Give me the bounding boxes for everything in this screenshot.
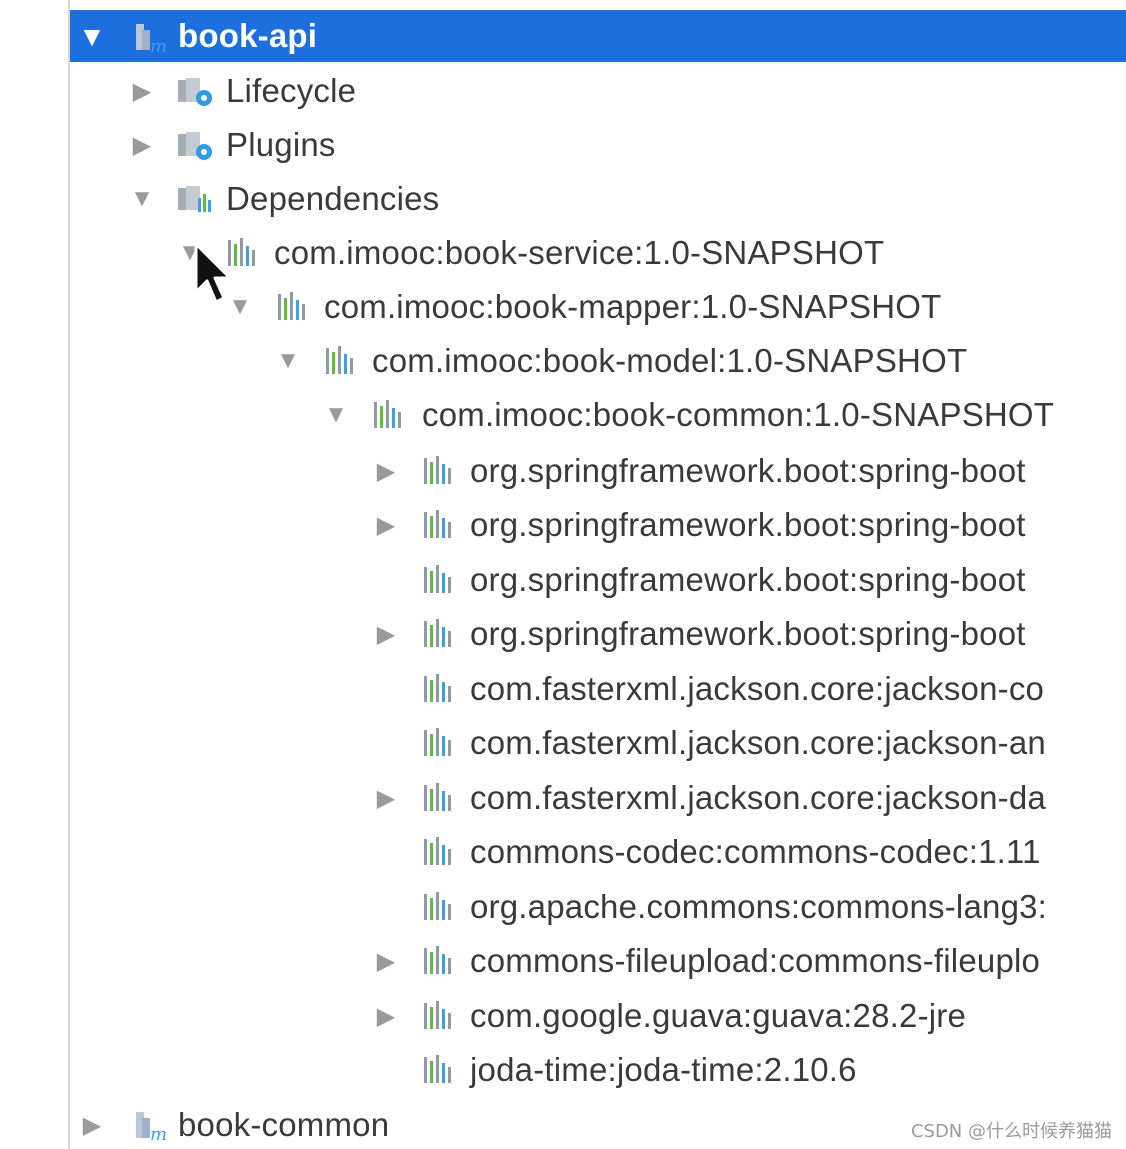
collapse-arrow[interactable]: ▼ [322, 388, 350, 442]
expand-arrow [372, 716, 400, 770]
tree-node-label: com.fasterxml.jackson.core:jackson-da [470, 779, 1046, 816]
library-icon [278, 292, 305, 320]
plugins-folder-icon [178, 132, 212, 160]
library-icon [424, 946, 451, 974]
expand-arrow[interactable]: ▶ [372, 989, 400, 1043]
tree-node-book-model[interactable]: ▼ com.imooc:book-model:1.0-SNAPSHOT [70, 334, 1126, 388]
expand-arrow[interactable]: ▶ [78, 1098, 106, 1149]
tree-node-label: commons-fileupload:commons-fileuplo [470, 942, 1041, 979]
library-icon [326, 346, 353, 374]
maven-module-icon: m [136, 1112, 167, 1142]
tree-node-dependency[interactable]: joda-time:joda-time:2.10.6 [70, 1043, 1126, 1097]
tree-node-dependency[interactable]: com.fasterxml.jackson.core:jackson-an [70, 716, 1126, 770]
tree-node-label: com.fasterxml.jackson.core:jackson-co [470, 670, 1045, 707]
expand-arrow[interactable]: ▶ [128, 118, 156, 172]
expand-arrow[interactable]: ▼ [78, 10, 106, 64]
library-icon [424, 783, 451, 811]
library-icon [424, 837, 451, 865]
tree-node-dependency[interactable]: ▶ org.springframework.boot:spring-boot [70, 607, 1126, 661]
library-icon [424, 1001, 451, 1029]
collapse-arrow[interactable]: ▼ [274, 334, 302, 388]
expand-arrow [372, 1043, 400, 1097]
tree-node-label: com.imooc:book-mapper:1.0-SNAPSHOT [324, 288, 942, 325]
tree-node-label: org.springframework.boot:spring-boot [470, 506, 1026, 543]
tree-node-book-common-dep[interactable]: ▼ com.imooc:book-common:1.0-SNAPSHOT [70, 388, 1126, 442]
library-icon [424, 892, 451, 920]
left-gutter [0, 0, 70, 1149]
tree-node-label: book-common [178, 1106, 390, 1143]
tree-node-label: Plugins [226, 126, 336, 163]
tree-node-label: com.imooc:book-service:1.0-SNAPSHOT [274, 234, 885, 271]
tree-node-dependency[interactable]: org.springframework.boot:spring-boot [70, 553, 1126, 607]
expand-arrow [372, 662, 400, 716]
lifecycle-folder-icon [178, 78, 212, 106]
library-icon [424, 456, 451, 484]
expand-arrow[interactable]: ▶ [372, 607, 400, 661]
library-icon [424, 510, 451, 538]
tree-node-label: org.apache.commons:commons-lang3: [470, 888, 1048, 925]
tree-node-dependency[interactable]: ▶ commons-fileupload:commons-fileuplo [70, 934, 1126, 988]
watermark: CSDN @什么时候养猫猫 [910, 1121, 1112, 1142]
tree-node-dependency[interactable]: com.fasterxml.jackson.core:jackson-co [70, 662, 1126, 716]
collapse-arrow[interactable]: ▼ [128, 172, 156, 226]
tree-node-dependency[interactable]: ▶ org.springframework.boot:spring-boot [70, 498, 1126, 552]
tree-node-label: commons-codec:commons-codec:1.11 [470, 833, 1041, 870]
maven-module-icon: m [136, 24, 167, 54]
tree-node-label: org.springframework.boot:spring-boot [470, 452, 1026, 489]
expand-arrow[interactable]: ▶ [372, 498, 400, 552]
tree-node-label: joda-time:joda-time:2.10.6 [470, 1051, 857, 1088]
svg-text:m: m [150, 1124, 167, 1142]
expand-arrow [372, 553, 400, 607]
library-icon [424, 565, 451, 593]
maven-project-tree: ▼ m book-api ▶ Lifecycle ▶ Plugins ▼ Dep… [70, 0, 1126, 1149]
tree-node-dependency[interactable]: ▶ org.springframework.boot:spring-boot [70, 444, 1126, 498]
expand-arrow [372, 825, 400, 879]
tree-node-label: org.springframework.boot:spring-boot [470, 561, 1026, 598]
library-icon [424, 619, 451, 647]
tree-node-plugins[interactable]: ▶ Plugins [70, 118, 1126, 172]
library-icon [424, 728, 451, 756]
tree-node-lifecycle[interactable]: ▶ Lifecycle [70, 64, 1126, 118]
tree-node-dependency[interactable]: ▶ com.google.guava:guava:28.2-jre [70, 989, 1126, 1043]
library-icon [424, 1055, 451, 1083]
expand-arrow[interactable]: ▶ [128, 64, 156, 118]
library-icon [424, 674, 451, 702]
tree-node-book-api[interactable]: ▼ m book-api [70, 10, 1126, 62]
tree-node-label: book-api [178, 17, 318, 54]
tree-node-label: Lifecycle [226, 72, 357, 109]
svg-text:m: m [150, 36, 167, 54]
expand-arrow[interactable]: ▶ [372, 771, 400, 825]
tree-node-label: com.imooc:book-common:1.0-SNAPSHOT [422, 396, 1055, 433]
library-icon [374, 400, 401, 428]
tree-node-label: com.google.guava:guava:28.2-jre [470, 997, 967, 1034]
tree-node-label: Dependencies [226, 180, 440, 217]
tree-node-dependencies[interactable]: ▼ Dependencies [70, 172, 1126, 226]
expand-arrow [372, 880, 400, 934]
tree-node-label: com.fasterxml.jackson.core:jackson-an [470, 724, 1046, 761]
mouse-cursor-icon [194, 242, 232, 304]
tree-node-dependency[interactable]: org.apache.commons:commons-lang3: [70, 880, 1126, 934]
tree-node-label: org.springframework.boot:spring-boot [470, 615, 1026, 652]
dependencies-folder-icon [178, 186, 211, 212]
tree-node-label: com.imooc:book-model:1.0-SNAPSHOT [372, 342, 968, 379]
tree-node-dependency[interactable]: commons-codec:commons-codec:1.11 [70, 825, 1126, 879]
expand-arrow[interactable]: ▶ [372, 444, 400, 498]
tree-node-dependency[interactable]: ▶ com.fasterxml.jackson.core:jackson-da [70, 771, 1126, 825]
expand-arrow[interactable]: ▶ [372, 934, 400, 988]
